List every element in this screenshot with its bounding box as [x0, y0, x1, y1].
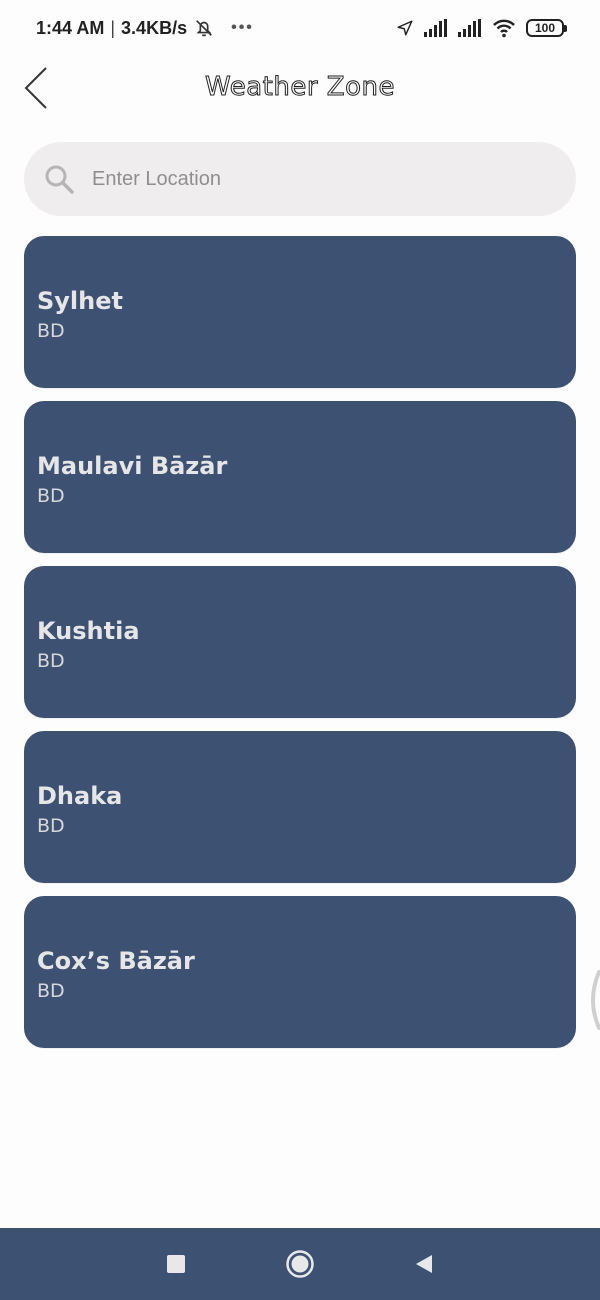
status-bar: 1:44 AM | 3.4KB/s ••• 100 [0, 0, 600, 56]
recents-button[interactable] [160, 1248, 192, 1280]
search-bar[interactable] [24, 142, 576, 216]
location-country: BD [37, 485, 65, 508]
signal-1-icon [424, 19, 447, 37]
location-name: Dhaka [37, 782, 123, 810]
search-input[interactable] [92, 167, 532, 191]
app-header: Weather Zone [0, 56, 600, 120]
system-nav-bar [0, 1228, 600, 1300]
location-name: Cox’s Bāzār [37, 947, 195, 975]
location-name: Sylhet [37, 287, 123, 315]
home-circle-icon [286, 1250, 314, 1278]
location-country: BD [37, 650, 65, 673]
location-name: Maulavi Bāzār [37, 452, 228, 480]
location-country: BD [37, 980, 65, 1003]
status-separator: | [110, 17, 116, 38]
back-triangle-icon [416, 1255, 432, 1273]
bell-off-icon [196, 20, 213, 37]
signal-2-icon [458, 19, 481, 37]
location-name: Kushtia [37, 617, 140, 645]
more-notifications-icon: ••• [231, 19, 254, 36]
location-arrow-icon [397, 20, 413, 36]
battery-level: 100 [534, 21, 556, 35]
location-card-coxs-bazar[interactable]: Cox’s Bāzār BD [24, 896, 576, 1048]
location-card-kushtia[interactable]: Kushtia BD [24, 566, 576, 718]
location-card-maulavi-bazar[interactable]: Maulavi Bāzār BD [24, 401, 576, 553]
battery-icon: 100 [526, 19, 567, 37]
status-time: 1:44 AM [36, 17, 105, 38]
location-card-sylhet[interactable]: Sylhet BD [24, 236, 576, 388]
location-card-dhaka[interactable]: Dhaka BD [24, 731, 576, 883]
location-country: BD [37, 320, 65, 343]
edge-gesture-handle[interactable] [585, 970, 600, 1030]
page-title: Weather Zone [205, 72, 395, 103]
status-right: 100 [396, 18, 567, 38]
search-icon [45, 165, 74, 194]
home-button[interactable] [284, 1248, 316, 1280]
recents-square-icon [167, 1255, 185, 1273]
wifi-icon [493, 19, 515, 38]
location-country: BD [37, 815, 65, 838]
network-speed: 3.4KB/s [121, 17, 188, 38]
status-left: 1:44 AM | 3.4KB/s ••• [36, 17, 254, 39]
screen: 1:44 AM | 3.4KB/s ••• 100 Weather Zone E… [0, 0, 600, 1300]
back-nav-button[interactable] [408, 1248, 440, 1280]
location-list: Sylhet BD Maulavi Bāzār BD Kushtia BD Dh… [24, 236, 576, 1061]
